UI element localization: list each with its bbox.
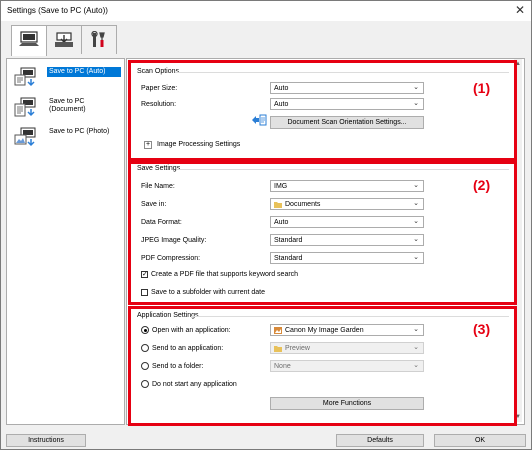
no-app-radio[interactable] xyxy=(141,380,149,388)
send-to-app-value: Preview xyxy=(285,344,310,352)
scan-type-list: Save to PC (Auto) Save to PC (Document) … xyxy=(6,58,125,425)
checkmark-icon: ✓ xyxy=(142,271,148,278)
instructions-button[interactable]: Instructions xyxy=(6,434,86,447)
list-item-save-to-pc-document[interactable]: Save to PC (Document) xyxy=(9,93,120,121)
resolution-select[interactable]: Auto ⌄ xyxy=(270,98,424,110)
file-name-input[interactable]: IMG ⌄ xyxy=(270,180,424,192)
settings-window: Settings (Save to PC (Auto)) ✕ Save to P… xyxy=(0,0,532,450)
close-icon[interactable]: ✕ xyxy=(515,3,525,17)
image-garden-icon xyxy=(274,327,282,334)
subfolder-label: Save to a subfolder with current date xyxy=(151,289,266,296)
list-item-save-to-pc-photo[interactable]: Save to PC (Photo) xyxy=(9,123,120,151)
save-in-value: Documents xyxy=(285,200,321,208)
paper-size-value: Auto xyxy=(274,84,289,92)
tools-icon xyxy=(91,31,105,47)
resolution-label: Resolution: xyxy=(141,101,177,108)
save-in-select[interactable]: Documents ⌄ xyxy=(270,198,424,210)
list-item-save-to-pc-auto[interactable]: Save to PC (Auto) xyxy=(9,63,121,91)
chevron-down-icon: ⌄ xyxy=(413,200,419,207)
jpeg-quality-label: JPEG Image Quality: xyxy=(141,237,207,244)
paper-size-select[interactable]: Auto ⌄ xyxy=(270,82,424,94)
send-to-app-radio[interactable] xyxy=(141,344,149,352)
save-settings-title: Save Settings xyxy=(137,165,181,172)
more-functions-button[interactable]: More Functions xyxy=(270,397,424,410)
section-divider xyxy=(177,169,509,170)
image-processing-label[interactable]: Image Processing Settings xyxy=(157,141,240,148)
send-to-folder-radio[interactable] xyxy=(141,362,149,370)
data-format-value: Auto xyxy=(274,218,289,226)
preview-icon xyxy=(274,346,282,352)
chevron-down-icon: ⌄ xyxy=(413,326,419,333)
scanner-icon xyxy=(55,32,73,47)
expand-icon[interactable]: + xyxy=(144,141,152,149)
list-item-label: Save to PC (Auto) xyxy=(47,67,121,77)
file-name-label: File Name: xyxy=(141,183,175,190)
scan-options-title: Scan Options xyxy=(137,68,180,75)
save-in-label: Save in: xyxy=(141,201,167,208)
orientation-icon xyxy=(252,114,267,126)
save-photo-icon xyxy=(14,127,36,147)
section-number-1: (1) xyxy=(473,80,491,96)
data-format-label: Data Format: xyxy=(141,219,182,226)
tab-scan-from-panel[interactable] xyxy=(46,25,82,54)
list-item-label: Save to PC (Photo) xyxy=(49,128,110,135)
send-to-folder-value: None xyxy=(274,362,291,370)
send-to-app-label: Send to an application: xyxy=(152,345,224,352)
pdf-compression-label: PDF Compression: xyxy=(141,255,201,262)
send-to-folder-select: None ⌄ xyxy=(270,360,424,372)
paper-size-label: Paper Size: xyxy=(141,85,178,92)
jpeg-quality-value: Standard xyxy=(274,236,303,244)
chevron-down-icon: ⌄ xyxy=(413,236,419,243)
list-item-label: Save to PC (Document) xyxy=(49,98,86,113)
open-with-select[interactable]: Canon My Image Garden ⌄ xyxy=(270,324,424,336)
title-bar: Settings (Save to PC (Auto)) ✕ xyxy=(1,1,531,21)
section-divider xyxy=(175,72,509,73)
radio-selected-dot xyxy=(143,328,147,332)
section-number-2: (2) xyxy=(473,177,491,193)
save-document-icon xyxy=(14,97,36,117)
chevron-down-icon: ⌄ xyxy=(413,344,419,351)
window-title: Settings (Save to PC (Auto)) xyxy=(7,6,108,15)
tab-general-settings[interactable] xyxy=(81,25,117,54)
folder-icon xyxy=(274,202,282,208)
section-number-3: (3) xyxy=(473,321,491,337)
subfolder-checkbox[interactable] xyxy=(141,289,148,296)
no-app-label: Do not start any application xyxy=(152,381,237,388)
open-with-radio[interactable] xyxy=(141,326,149,334)
send-to-app-select: Preview ⌄ xyxy=(270,342,424,354)
chevron-down-icon: ⌄ xyxy=(413,254,419,261)
pdf-compression-value: Standard xyxy=(274,254,303,262)
data-format-select[interactable]: Auto ⌄ xyxy=(270,216,424,228)
send-to-folder-label: Send to a folder: xyxy=(152,363,204,370)
chevron-down-icon: ⌄ xyxy=(413,100,419,107)
keyword-pdf-label: Create a PDF file that supports keyword … xyxy=(151,271,299,278)
chevron-down-icon: ⌄ xyxy=(413,362,419,369)
tab-scan-from-computer[interactable] xyxy=(11,25,47,56)
resolution-value: Auto xyxy=(274,100,289,108)
file-name-value: IMG xyxy=(274,182,288,190)
chevron-down-icon: ⌄ xyxy=(413,218,419,225)
application-settings-title: Application Settings xyxy=(137,312,199,319)
chevron-down-icon: ⌄ xyxy=(413,84,419,91)
chevron-down-icon: ⌄ xyxy=(413,182,419,189)
defaults-button[interactable]: Defaults xyxy=(336,434,424,447)
open-with-label: Open with an application: xyxy=(152,327,231,334)
keyword-pdf-checkbox[interactable]: ✓ xyxy=(141,271,148,278)
save-auto-icon xyxy=(14,67,36,87)
pdf-compression-select[interactable]: Standard ⌄ xyxy=(270,252,424,264)
open-with-value: Canon My Image Garden xyxy=(285,326,364,334)
ok-button[interactable]: OK xyxy=(434,434,526,447)
section-divider xyxy=(191,316,509,317)
orientation-settings-button[interactable]: Document Scan Orientation Settings... xyxy=(270,116,424,129)
jpeg-quality-select[interactable]: Standard ⌄ xyxy=(270,234,424,246)
computer-icon xyxy=(19,31,39,46)
